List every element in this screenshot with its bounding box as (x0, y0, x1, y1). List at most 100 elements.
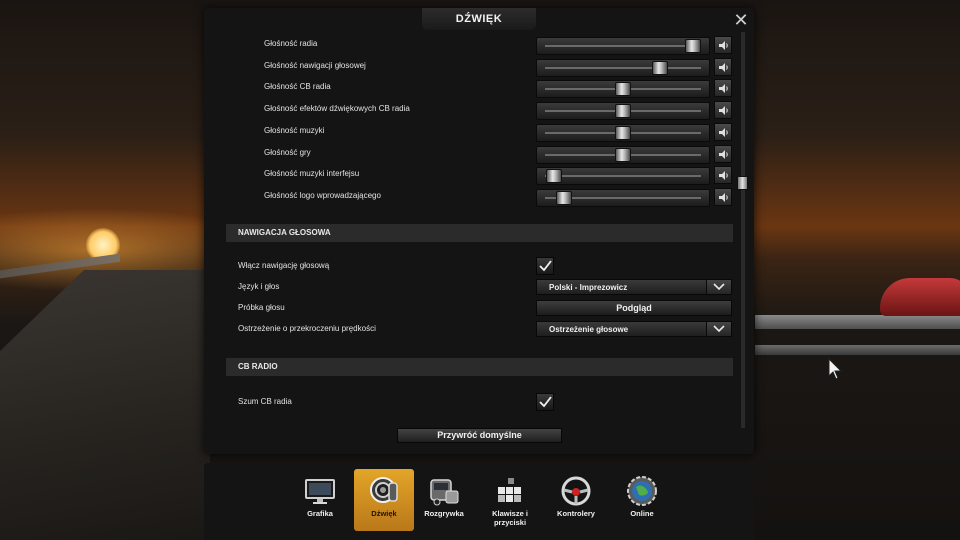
category-sound[interactable]: Dźwięk (354, 469, 414, 531)
category-keys[interactable]: Klawisze i przyciski (480, 469, 540, 531)
mute-button[interactable] (714, 101, 732, 120)
chevron-down-icon[interactable] (706, 322, 731, 336)
speeding-warning-dropdown[interactable]: Ostrzeżenie głosowe (536, 321, 732, 337)
guardrail-right (755, 315, 960, 329)
volume-label: Głośność nawigacji głosowej (264, 60, 366, 70)
monitor-icon (305, 479, 335, 504)
settings-content: Głośność radia Głośność nawigacji głosowe… (224, 34, 734, 422)
reset-defaults-button[interactable]: Przywróć domyślne (397, 428, 562, 443)
checkmark-icon (539, 260, 552, 272)
mute-button[interactable] (714, 57, 732, 76)
category-controllers[interactable]: Kontrolery (546, 469, 606, 531)
slider-knob[interactable] (652, 60, 669, 75)
volume-row: Głośność efektów dźwiękowych CB radia (224, 99, 734, 121)
volume-slider[interactable] (536, 188, 710, 207)
voice-nav-enable-row: Włącz nawigację głosową (224, 256, 734, 276)
speaker-mute-icon (719, 127, 728, 137)
mute-button[interactable] (714, 144, 732, 163)
settings-category-bar: Grafika Dźwięk Rozgrywka Klawisze i przy… (204, 463, 754, 540)
volume-row: Głośność gry (224, 143, 734, 165)
mute-button[interactable] (714, 36, 732, 54)
category-gameplay[interactable]: Rozgrywka (414, 469, 474, 531)
preview-button[interactable]: Podgląd (536, 300, 732, 316)
speaker-mute-icon (719, 192, 728, 202)
speaker-icon (370, 477, 398, 503)
speeding-warning-row: Ostrzeżenie o przekroczeniu prędkości Os… (224, 319, 734, 339)
mute-button[interactable] (714, 187, 732, 206)
mute-button[interactable] (714, 122, 732, 141)
language-dropdown-value: Polski - Imprezowicz (549, 283, 628, 292)
cb-noise-checkbox[interactable] (536, 393, 554, 411)
speaker-mute-icon (719, 41, 728, 50)
category-label: Dźwięk (371, 509, 397, 518)
volume-label: Głośność CB radia (264, 82, 331, 92)
checkmark-icon (539, 396, 552, 408)
volume-row: Głośność muzyki (224, 121, 734, 143)
volume-row: Głośność muzyki interfejsu (224, 164, 734, 186)
category-label: Klawisze i przyciski (492, 509, 528, 527)
volume-slider[interactable] (536, 167, 710, 186)
volume-label: Głośność muzyki (264, 125, 325, 135)
volume-slider[interactable] (536, 123, 710, 142)
globe-gear-icon (627, 476, 657, 506)
volume-row: Głośność nawigacji głosowej (224, 56, 734, 78)
volume-slider[interactable] (536, 102, 710, 121)
steering-wheel-icon (561, 476, 591, 506)
volume-slider[interactable] (536, 145, 710, 164)
dialog-title: DŹWIĘK (422, 8, 536, 30)
speaker-mute-icon (719, 62, 728, 72)
speaker-mute-icon (719, 84, 728, 94)
slider-knob[interactable] (615, 125, 631, 140)
category-graphics[interactable]: Grafika (290, 469, 350, 531)
truck-icon (430, 479, 459, 506)
slider-knob[interactable] (615, 104, 631, 119)
volume-slider[interactable] (536, 80, 710, 99)
scrollbar-thumb[interactable] (737, 176, 748, 190)
cb-noise-row: Szum CB radia (224, 392, 734, 412)
slider-knob[interactable] (546, 169, 563, 184)
close-button[interactable]: ✕ (732, 11, 750, 29)
volume-label: Głośność muzyki interfejsu (264, 169, 360, 179)
slider-knob[interactable] (615, 147, 631, 162)
section-header-cb-radio: CB RADIO (226, 358, 733, 376)
volume-row: Głośność CB radia (224, 77, 734, 99)
voice-nav-enable-checkbox[interactable] (536, 257, 554, 275)
language-dropdown[interactable]: Polski - Imprezowicz (536, 279, 732, 295)
volume-label: Głośność radia (264, 39, 318, 48)
mute-button[interactable] (714, 166, 732, 185)
volume-slider[interactable] (536, 58, 710, 77)
speaker-mute-icon (719, 171, 728, 181)
keyboard-icon (498, 478, 521, 502)
slider-knob[interactable] (615, 82, 631, 97)
scrollbar-track[interactable] (741, 32, 745, 428)
category-label: Rozgrywka (424, 509, 464, 518)
section-header-voice-navigation: NAWIGACJA GŁOSOWA (226, 224, 733, 242)
slider-knob[interactable] (685, 39, 702, 53)
guardrail-right-lower (755, 345, 960, 355)
cb-noise-label: Szum CB radia (238, 397, 292, 406)
slider-knob[interactable] (555, 190, 572, 205)
slider-track (545, 175, 701, 178)
language-label: Język i głos (238, 282, 280, 291)
speeding-warning-label: Ostrzeżenie o przekroczeniu prędkości (238, 324, 376, 333)
chevron-down-icon[interactable] (706, 280, 731, 294)
speaker-mute-icon (719, 149, 728, 159)
category-online[interactable]: Online (612, 469, 672, 531)
category-label: Grafika (307, 509, 333, 518)
category-label: Online (630, 509, 654, 518)
language-row: Język i głos Polski - Imprezowicz (224, 277, 734, 297)
background-road (0, 270, 210, 540)
volume-label: Głośność efektów dźwiękowych CB radia (264, 104, 410, 114)
voice-sample-row: Próbka głosu Podgląd (224, 298, 734, 318)
volume-row: Głośność logo wprowadzającego (224, 186, 734, 208)
voice-sample-label: Próbka głosu (238, 303, 285, 312)
volume-slider[interactable] (536, 37, 710, 55)
volume-label: Głośność logo wprowadzającego (264, 190, 381, 200)
slider-track (545, 45, 701, 47)
sound-settings-dialog: DŹWIĘK ✕ Głośność radia Głośność nawigacj… (204, 8, 754, 454)
mute-button[interactable] (714, 79, 732, 98)
volume-label: Głośność gry (264, 147, 311, 157)
background-car (880, 278, 960, 316)
volume-row: Głośność radia (224, 34, 734, 56)
speeding-warning-value: Ostrzeżenie głosowe (549, 325, 629, 334)
